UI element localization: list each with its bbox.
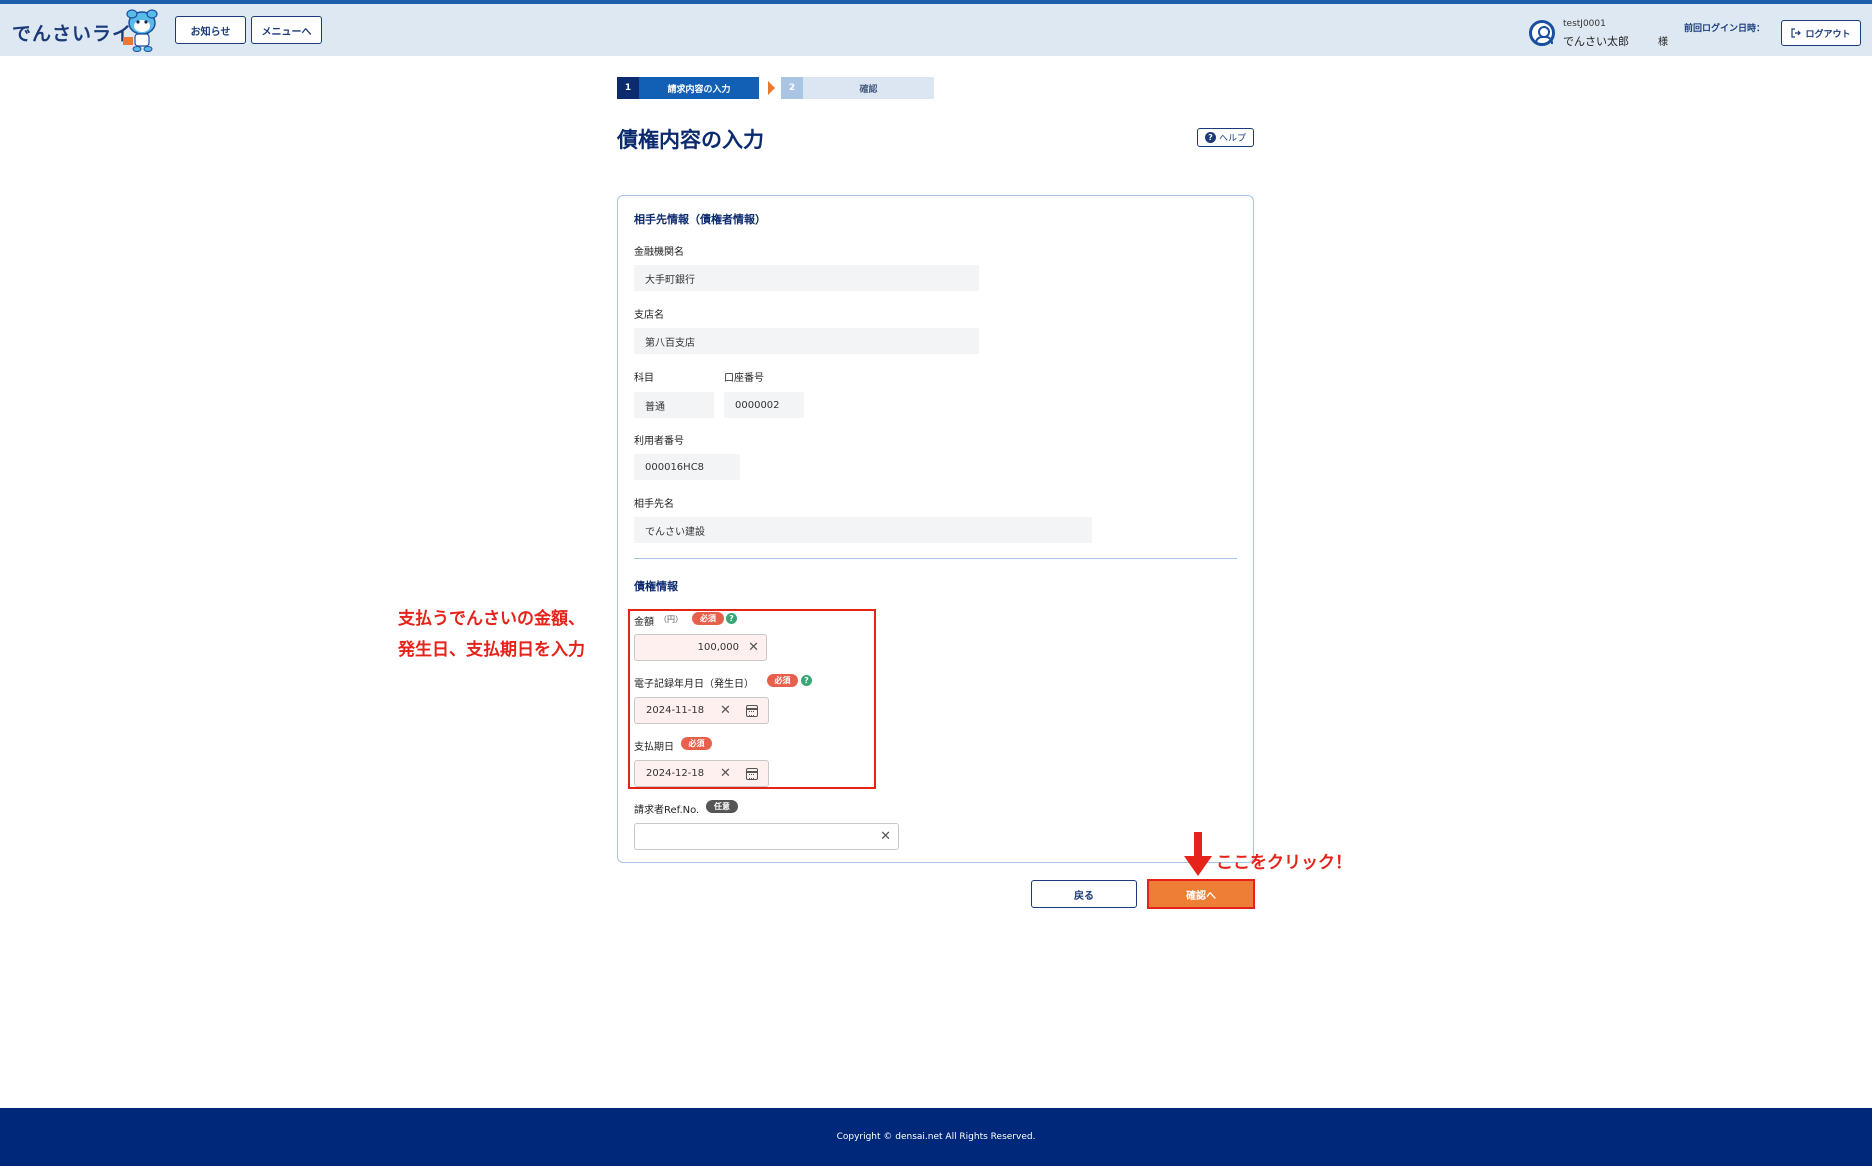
help-button[interactable]: ? ヘルプ xyxy=(1197,128,1254,147)
user-honorific: 様 xyxy=(1658,37,1668,48)
counterparty-section-title: 相手先情報（債権者情報） xyxy=(634,213,766,226)
input-annotation-line-1: 支払うでんさいの金額、 xyxy=(398,609,585,629)
branch-value: 第八百支店 xyxy=(634,328,979,354)
step-2-number: 2 xyxy=(781,77,803,99)
account-number-value: 0000002 xyxy=(724,392,804,418)
step-1-number: 1 xyxy=(617,77,639,99)
notice-button[interactable]: お知らせ xyxy=(175,16,246,44)
claim-section-title: 債権情報 xyxy=(634,580,678,593)
copyright-text: Copyright © densai.net All Rights Reserv… xyxy=(836,1132,1036,1142)
step-1: 1 請求内容の入力 xyxy=(617,77,759,99)
account-number-label: 口座番号 xyxy=(724,373,764,384)
bank-label: 金融機関名 xyxy=(634,247,684,258)
menu-button[interactable]: メニューへ xyxy=(251,16,322,44)
bank-value: 大手町銀行 xyxy=(634,265,979,291)
question-icon: ? xyxy=(1204,132,1216,143)
page-title: 債権内容の入力 xyxy=(617,128,764,152)
ref-number-input[interactable]: ✕ xyxy=(634,823,899,850)
branch-label: 支店名 xyxy=(634,310,664,321)
step-1-label: 請求内容の入力 xyxy=(639,77,759,99)
annotation-highlight-box xyxy=(628,609,876,789)
close-icon[interactable]: ✕ xyxy=(880,829,891,844)
logout-label: ログアウト xyxy=(1805,29,1851,40)
ref-number-label: 請求者Ref.No. xyxy=(634,805,700,816)
last-login-label: 前回ログイン日時： xyxy=(1684,24,1766,34)
user-number-label: 利用者番号 xyxy=(634,436,684,447)
help-label: ヘルプ xyxy=(1218,134,1246,144)
arrow-down-icon xyxy=(1184,832,1212,876)
account-type-label: 科目 xyxy=(634,373,654,384)
logout-icon xyxy=(1791,28,1802,38)
step-arrow-icon xyxy=(768,81,775,95)
click-annotation: ここをクリック！ xyxy=(1216,853,1352,873)
logout-button[interactable]: ログアウト xyxy=(1781,20,1861,46)
step-2: 2 確認 xyxy=(781,77,934,99)
input-annotation-line-2: 発生日、支払期日を入力 xyxy=(398,640,585,660)
counterparty-name-label: 相手先名 xyxy=(634,499,674,510)
counterparty-name-value: でんさい建設 xyxy=(634,517,1092,543)
user-name: でんさい太郎 xyxy=(1563,35,1629,48)
user-id: testJ0001 xyxy=(1563,19,1606,29)
user-number-value: 000016HC8 xyxy=(634,454,740,480)
section-divider xyxy=(634,558,1237,559)
back-button[interactable]: 戻る xyxy=(1031,880,1137,908)
top-header: でんさいライト お知らせ メニューへ testJ0001 でんさい太郎 様 前回… xyxy=(0,0,1872,56)
confirm-button[interactable]: 確認へ xyxy=(1147,879,1255,909)
step-2-label: 確認 xyxy=(803,77,934,99)
footer: Copyright © densai.net All Rights Reserv… xyxy=(0,1108,1872,1166)
input-annotation: 支払うでんさいの金額、 発生日、支払期日を入力 xyxy=(398,604,585,666)
account-type-value: 普通 xyxy=(634,392,714,418)
mascot-icon xyxy=(123,9,158,52)
optional-badge: 任意 xyxy=(706,800,738,813)
user-circle-icon xyxy=(1529,20,1555,46)
